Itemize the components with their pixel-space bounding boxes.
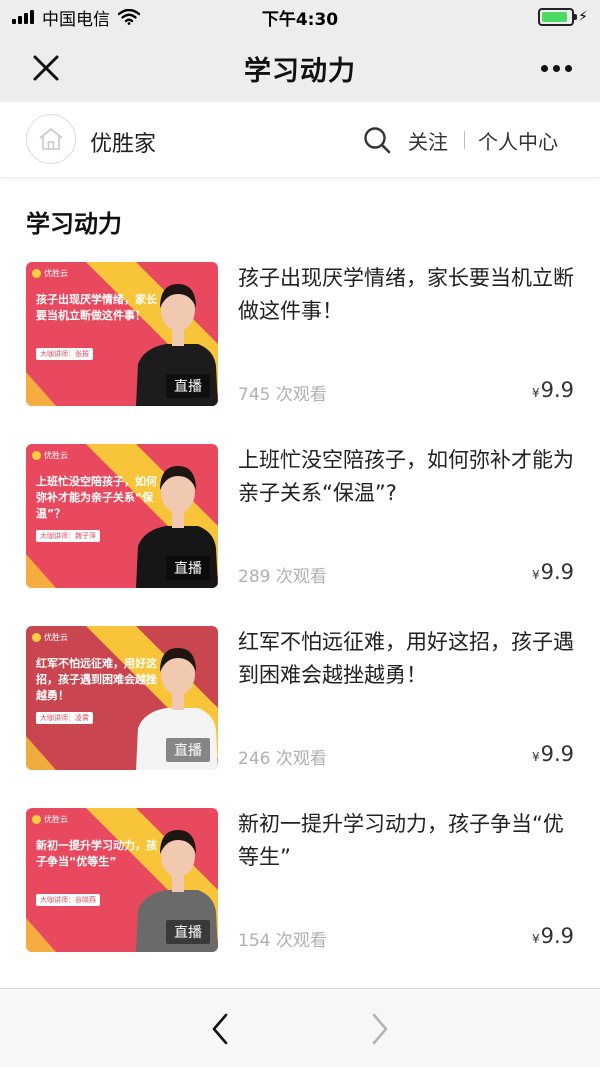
shop-name[interactable]: 优胜家 (90, 126, 156, 158)
status-right: ⚡ (538, 8, 588, 26)
brand-logo-icon (32, 633, 41, 642)
course-view-count: 745 次观看 (238, 385, 327, 405)
course-thumbnail[interactable]: 优胜云 红军不怕远征难，用好这招，孩子遇到困难会越挫越勇！ 大咖讲师：凌霄 直播 (26, 626, 218, 770)
chevron-left-icon (212, 1013, 228, 1045)
back-button[interactable] (206, 1009, 236, 1049)
more-dot-icon (552, 64, 560, 72)
course-view-count: 246 次观看 (238, 749, 327, 769)
course-item[interactable]: 优胜云 红军不怕远征难，用好这招，孩子遇到困难会越挫越勇！ 大咖讲师：凌霄 直播… (0, 626, 600, 772)
brand-logo-icon (32, 815, 41, 824)
course-view-count: 289 次观看 (238, 567, 327, 587)
thumbnail-teacher: 大咖讲师：凌霄 (36, 712, 93, 724)
thumbnail-brand: 优胜云 (32, 268, 68, 279)
course-view-count: 154 次观看 (238, 931, 327, 951)
course-title[interactable]: 上班忙没空陪孩子，如何弥补才能为亲子关系“保温”? (238, 444, 578, 510)
course-item[interactable]: 优胜云 上班忙没空陪孩子，如何弥补才能为亲子关系“保温”？ 大咖讲师：魏子萍 直… (0, 444, 600, 590)
course-title[interactable]: 孩子出现厌学情绪，家长要当机立断做这件事！ (238, 262, 578, 328)
thumbnail-brand: 优胜云 (32, 632, 68, 643)
search-button[interactable] (362, 125, 392, 155)
status-bar: 中国电信 下午4:30 ⚡ (0, 0, 600, 34)
shop-avatar[interactable] (26, 114, 76, 164)
course-thumbnail[interactable]: 优胜云 孩子出现厌学情绪，家长要当机立断做这件事！ 大咖讲师：张振 直播 (26, 262, 218, 406)
charging-icon: ⚡ (578, 9, 588, 25)
currency-symbol: ¥ (531, 568, 540, 582)
search-icon (364, 127, 391, 154)
thumbnail-headline: 上班忙没空陪孩子，如何弥补才能为亲子关系“保温”？ (36, 475, 157, 520)
course-price: ¥9.9 (532, 924, 574, 948)
currency-symbol: ¥ (531, 386, 540, 400)
currency-symbol: ¥ (531, 750, 540, 764)
thumbnail-teacher: 大咖讲师：谷晓燕 (36, 894, 100, 906)
thumbnail-headline: 新初一提升学习动力，孩子争当“优等生” (36, 839, 157, 868)
course-thumbnail[interactable]: 优胜云 新初一提升学习动力，孩子争当“优等生” 大咖讲师：谷晓燕 直播 (26, 808, 218, 952)
status-left: 中国电信 (12, 5, 140, 30)
divider (464, 131, 465, 149)
shop-header: 优胜家 关注 个人中心 (0, 102, 600, 178)
price-value: 9.9 (540, 924, 574, 948)
signal-icon (12, 10, 34, 24)
thumbnail-headline: 孩子出现厌学情绪，家长要当机立断做这件事！ (36, 293, 157, 322)
live-badge: 直播 (166, 374, 210, 398)
navigation-bar: 学习动力 (0, 34, 600, 102)
course-price: ¥9.9 (532, 742, 574, 766)
section-title: 学习动力 (26, 210, 122, 238)
course-item[interactable]: 优胜云 孩子出现厌学情绪，家长要当机立断做这件事！ 大咖讲师：张振 直播 孩子出… (0, 262, 600, 408)
brand-logo-icon (32, 269, 41, 278)
price-value: 9.9 (540, 378, 574, 402)
home-icon (39, 128, 63, 150)
browser-toolbar (0, 988, 600, 1067)
live-badge: 直播 (166, 920, 210, 944)
chevron-right-icon (372, 1013, 388, 1045)
currency-symbol: ¥ (531, 932, 540, 946)
price-value: 9.9 (540, 742, 574, 766)
course-price: ¥9.9 (532, 378, 574, 402)
follow-button[interactable]: 关注 (408, 126, 448, 155)
wifi-icon (118, 9, 140, 25)
thumbnail-brand: 优胜云 (32, 814, 68, 825)
thumbnail-headline: 红军不怕远征难，用好这招，孩子遇到困难会越挫越勇！ (36, 657, 157, 702)
live-badge: 直播 (166, 556, 210, 580)
close-icon (33, 55, 59, 81)
price-value: 9.9 (540, 560, 574, 584)
more-dot-icon (564, 64, 572, 72)
course-title[interactable]: 新初一提升学习动力，孩子争当“优等生” (238, 808, 578, 874)
thumbnail-teacher: 大咖讲师：魏子萍 (36, 530, 100, 542)
brand-logo-icon (32, 451, 41, 460)
page-title: 学习动力 (244, 55, 356, 87)
course-thumbnail[interactable]: 优胜云 上班忙没空陪孩子，如何弥补才能为亲子关系“保温”？ 大咖讲师：魏子萍 直… (26, 444, 218, 588)
carrier-label: 中国电信 (42, 9, 110, 30)
close-button[interactable] (26, 48, 66, 88)
more-button[interactable] (536, 48, 576, 88)
personal-center-button[interactable]: 个人中心 (478, 126, 558, 155)
thumbnail-brand: 优胜云 (32, 450, 68, 461)
course-title[interactable]: 红军不怕远征难，用好这招，孩子遇到困难会越挫越勇！ (238, 626, 578, 692)
course-price: ¥9.9 (532, 560, 574, 584)
battery-icon (538, 8, 578, 26)
course-item[interactable]: 优胜云 新初一提升学习动力，孩子争当“优等生” 大咖讲师：谷晓燕 直播 新初一提… (0, 808, 600, 954)
thumbnail-teacher: 大咖讲师：张振 (36, 348, 93, 360)
more-dot-icon (540, 64, 548, 72)
live-badge: 直播 (166, 738, 210, 762)
forward-button[interactable] (364, 1009, 394, 1049)
